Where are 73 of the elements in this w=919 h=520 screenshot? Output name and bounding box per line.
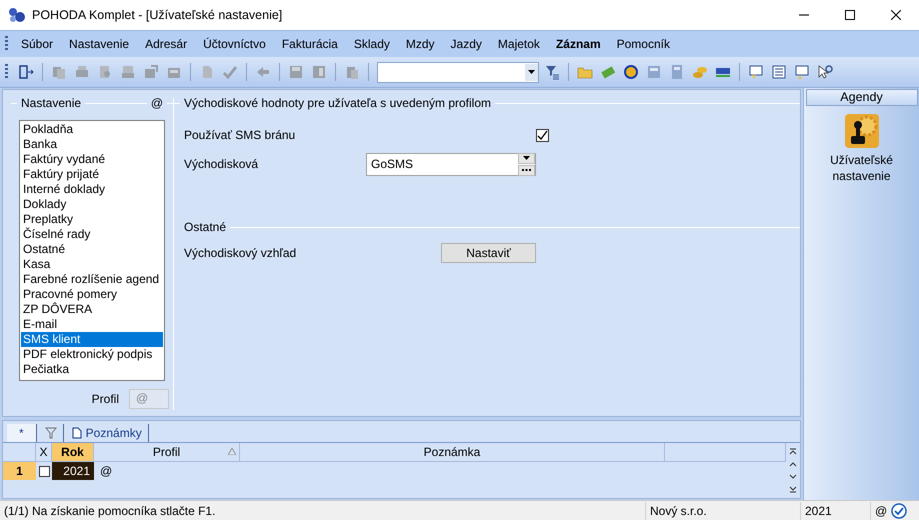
- list-item[interactable]: Faktúry prijaté: [21, 167, 163, 182]
- menu-item[interactable]: Účtovníctvo: [195, 34, 274, 54]
- exit-door-icon[interactable]: [18, 64, 34, 80]
- list-icon[interactable]: [771, 64, 787, 80]
- help-pointer-icon[interactable]: [817, 64, 833, 80]
- status-message: (1/1) Na získanie pomocníka stlačte F1.: [0, 502, 646, 520]
- list-item[interactable]: Pracovné pomery: [21, 287, 163, 302]
- settings-list[interactable]: [19, 120, 165, 381]
- list-item[interactable]: Faktúry vydané: [21, 152, 163, 167]
- list-item[interactable]: SMS klient: [21, 332, 163, 347]
- list-item[interactable]: Pokladňa: [21, 122, 163, 137]
- row-checkbox[interactable]: [38, 466, 50, 476]
- stamp-gear-icon[interactable]: [844, 114, 878, 148]
- agenda-item-label[interactable]: Užívateľské nastavenie: [816, 152, 906, 184]
- table-cell-text: @: [99, 463, 114, 480]
- checkbox[interactable]: [536, 128, 549, 142]
- menu-item[interactable]: Majetok: [490, 34, 548, 54]
- table-cell: 2021: [52, 462, 94, 480]
- tab[interactable]: *: [7, 424, 37, 442]
- list-item[interactable]: E-mail: [21, 317, 163, 332]
- list-item[interactable]: Doklady: [21, 197, 163, 212]
- list-item[interactable]: ZP DÔVERA: [21, 302, 163, 317]
- scroll-up-icon[interactable]: [789, 462, 797, 468]
- menu-item[interactable]: Jazdy: [442, 34, 490, 54]
- list-item[interactable]: Číselné rady: [21, 227, 163, 242]
- menu-item[interactable]: Fakturácia: [274, 34, 346, 54]
- scroll-top-icon[interactable]: [789, 448, 797, 456]
- panel-header: Agendy: [806, 89, 918, 106]
- sort-arrow-icon: [228, 448, 236, 455]
- note-icon[interactable]: [794, 64, 810, 80]
- filter-icon[interactable]: [44, 427, 57, 439]
- note-icon[interactable]: [748, 64, 764, 80]
- menu-item[interactable]: Záznam: [548, 34, 609, 54]
- tab[interactable]: Poznámky: [66, 424, 149, 442]
- scroll-bottom-icon[interactable]: [789, 486, 797, 493]
- profile-label: Profil: [92, 392, 119, 406]
- list-item[interactable]: Farebné rozlíšenie agend: [21, 272, 163, 287]
- status-profile: @: [874, 502, 888, 520]
- maximize-icon[interactable]: [845, 10, 855, 20]
- column-header[interactable]: Rok: [52, 443, 94, 461]
- scroll-down-icon[interactable]: [789, 474, 797, 479]
- euro-icon[interactable]: [623, 64, 639, 80]
- menu-item[interactable]: Nastavenie: [61, 34, 138, 54]
- list-item[interactable]: Ostatné: [21, 242, 163, 257]
- menu-item[interactable]: Adresár: [137, 34, 196, 54]
- company-name: Nový s.r.o.: [646, 502, 801, 520]
- list-item[interactable]: Kasa: [21, 257, 163, 272]
- menu-item[interactable]: Sklady: [346, 34, 398, 54]
- default-gateway-label: Východisková: [184, 157, 260, 171]
- close-icon[interactable]: [891, 10, 901, 20]
- menu-item[interactable]: Mzdy: [398, 34, 443, 54]
- menu-item[interactable]: Súbor: [13, 34, 62, 54]
- column-header[interactable]: Poznámka: [240, 443, 665, 461]
- set-button[interactable]: Nastaviť: [441, 243, 536, 263]
- check-circle-icon: [891, 502, 908, 518]
- default-view-label: Východiskový vzhľad: [184, 246, 298, 260]
- window-title: POHODA Komplet - [Užívateľské nastavenie]: [32, 8, 284, 22]
- filter-icon[interactable]: [544, 64, 560, 80]
- list-item[interactable]: Banka: [21, 137, 163, 152]
- column-header[interactable]: Profil: [94, 443, 240, 461]
- row-number: 1: [3, 462, 36, 480]
- gateway-combo-box[interactable]: GoSMS: [366, 152, 536, 176]
- toolbar-combo-box[interactable]: [377, 62, 539, 82]
- list-item[interactable]: Interné doklady: [21, 182, 163, 197]
- list-item[interactable]: Pečiatka: [21, 362, 163, 377]
- document-icon: [72, 427, 82, 439]
- sms-gateway-label: Používať SMS bránu: [184, 128, 296, 142]
- list-item[interactable]: PDF elektronický podpis: [21, 347, 163, 362]
- app-logo-icon: [8, 7, 26, 23]
- list-item[interactable]: Preplatky: [21, 212, 163, 227]
- status-year: 2021: [801, 502, 871, 520]
- menu-item[interactable]: Pomocník: [608, 34, 678, 54]
- checkmark-icon[interactable]: [222, 64, 238, 80]
